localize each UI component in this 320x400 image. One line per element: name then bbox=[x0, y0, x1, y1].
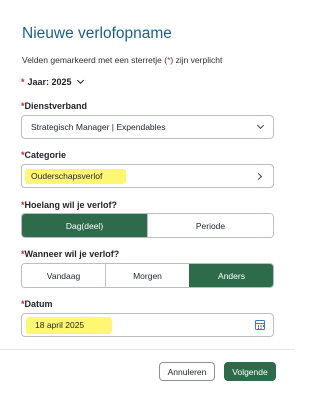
form-title: Nieuwe verlofopname bbox=[22, 25, 172, 42]
chevron-down-icon bbox=[76, 76, 84, 85]
dienstverband-value: Strategisch Manager | Expendables bbox=[31, 122, 166, 132]
year-label: Jaar: 2025 bbox=[27, 77, 72, 87]
footer-divider bbox=[0, 349, 295, 350]
datum-value: 18 april 2025 bbox=[35, 320, 85, 330]
hoelang-label: *Hoelang wil je verlof? bbox=[21, 200, 118, 210]
required-note: Velden gemarkeerd met een sterretje (*) … bbox=[22, 55, 223, 65]
option-periode[interactable]: Periode bbox=[147, 214, 273, 237]
wanneer-toggle: Vandaag Morgen Anders bbox=[21, 263, 274, 288]
cancel-button[interactable]: Annuleren bbox=[159, 362, 215, 381]
dienstverband-select[interactable]: Strategisch Manager | Expendables bbox=[21, 115, 274, 139]
wanneer-label: *Wanneer wil je verlof? bbox=[21, 249, 120, 259]
option-dagdeel[interactable]: Dag(deel) bbox=[22, 214, 147, 237]
datum-label: *Datum bbox=[21, 299, 53, 309]
datum-input[interactable]: 18 april 2025 bbox=[21, 313, 274, 337]
year-selector[interactable]: * Jaar: 2025 bbox=[21, 76, 84, 87]
chevron-down-icon bbox=[256, 121, 265, 130]
option-morgen[interactable]: Morgen bbox=[105, 264, 189, 287]
dienstverband-label: *Dienstverband bbox=[21, 101, 88, 111]
next-button[interactable]: Volgende bbox=[224, 362, 276, 381]
categorie-label: *Categorie bbox=[21, 150, 67, 160]
chevron-right-icon bbox=[254, 172, 263, 181]
categorie-select[interactable]: Ouderschapsverlof bbox=[21, 164, 274, 188]
calendar-icon[interactable] bbox=[255, 320, 265, 330]
option-vandaag[interactable]: Vandaag bbox=[22, 264, 105, 287]
option-anders[interactable]: Anders bbox=[189, 264, 273, 287]
categorie-value: Ouderschapsverlof bbox=[31, 171, 103, 181]
hoelang-toggle: Dag(deel) Periode bbox=[21, 213, 274, 238]
